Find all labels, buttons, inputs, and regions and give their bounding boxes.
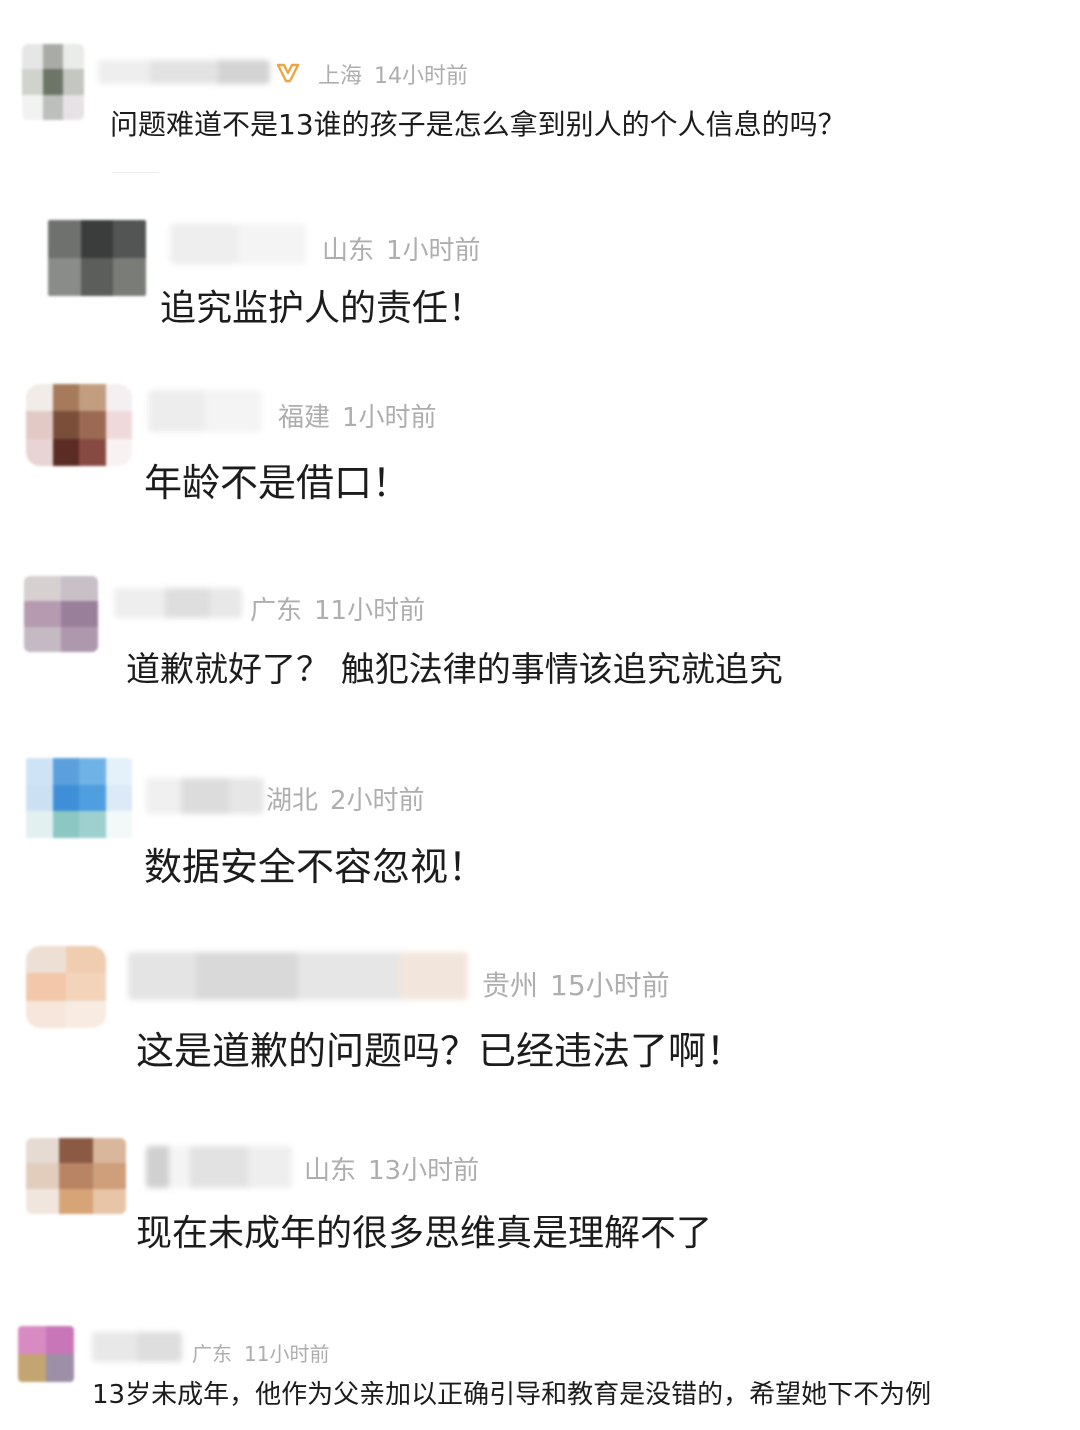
comment-meta: 山东 1小时前 — [322, 230, 481, 267]
comment-text: 13岁未成年，他作为父亲加以正确引导和教育是没错的，希望她下不为例 — [92, 1380, 932, 1410]
comment-time: 2小时前 — [330, 786, 425, 816]
comment-time: 1小时前 — [386, 236, 481, 266]
comment-region: 上海 — [318, 64, 363, 89]
comment-text: 追究监护人的责任！ — [160, 288, 485, 329]
username[interactable] — [98, 60, 270, 84]
avatar[interactable] — [26, 1138, 126, 1214]
username[interactable] — [128, 952, 468, 1000]
comment-time: 14小时前 — [374, 64, 469, 89]
comment-meta: 广东 11小时前 — [250, 590, 425, 627]
comment-region: 湖北 — [266, 786, 319, 816]
comment-meta: 贵州 15小时前 — [482, 964, 670, 1004]
comment-meta: 湖北 2小时前 — [266, 780, 425, 817]
avatar[interactable] — [24, 576, 98, 652]
username[interactable] — [114, 588, 242, 618]
divider — [112, 172, 158, 173]
comment-time: 13小时前 — [368, 1156, 480, 1186]
comment-region: 山东 — [304, 1156, 357, 1186]
comment-meta: 山东 13小时前 — [304, 1150, 479, 1187]
avatar[interactable] — [18, 1326, 74, 1382]
comment-text: 问题难道不是13谁的孩子是怎么拿到别人的个人信息的吗？ — [110, 108, 846, 141]
username[interactable] — [146, 778, 264, 814]
username[interactable] — [170, 224, 306, 264]
avatar[interactable] — [26, 384, 132, 466]
comment-meta: 上海 14小时前 — [318, 58, 468, 90]
avatar[interactable] — [48, 220, 146, 296]
avatar[interactable] — [26, 758, 132, 838]
vip-badge-icon — [276, 63, 300, 83]
comment-time: 11小时前 — [244, 1342, 330, 1366]
comment-text: 现在未成年的很多思维真是理解不了 — [136, 1213, 713, 1254]
comment-region: 贵州 — [482, 969, 539, 1002]
comment-region: 山东 — [322, 236, 375, 266]
comment-text: 道歉就好了？ 触犯法律的事情该追究就追究 — [126, 650, 783, 690]
username[interactable] — [92, 1332, 182, 1362]
comment-region: 广东 — [250, 596, 303, 626]
comment-text: 数据安全不容忽视！ — [144, 845, 487, 889]
comment-meta: 广东 11小时前 — [192, 1338, 329, 1367]
comment-text: 年龄不是借口！ — [144, 461, 411, 505]
comment-time: 11小时前 — [314, 596, 426, 626]
comment-time: 1小时前 — [342, 403, 437, 433]
username[interactable] — [146, 1146, 292, 1188]
username[interactable] — [148, 390, 262, 432]
avatar[interactable] — [26, 946, 106, 1028]
avatar[interactable] — [22, 44, 84, 120]
comment-region: 福建 — [278, 403, 331, 433]
comment-text: 这是道歉的问题吗？已经违法了啊！ — [136, 1029, 745, 1073]
comment-region: 广东 — [192, 1342, 232, 1366]
comment-meta: 福建 1小时前 — [278, 397, 437, 434]
comment-time: 15小时前 — [550, 969, 670, 1002]
